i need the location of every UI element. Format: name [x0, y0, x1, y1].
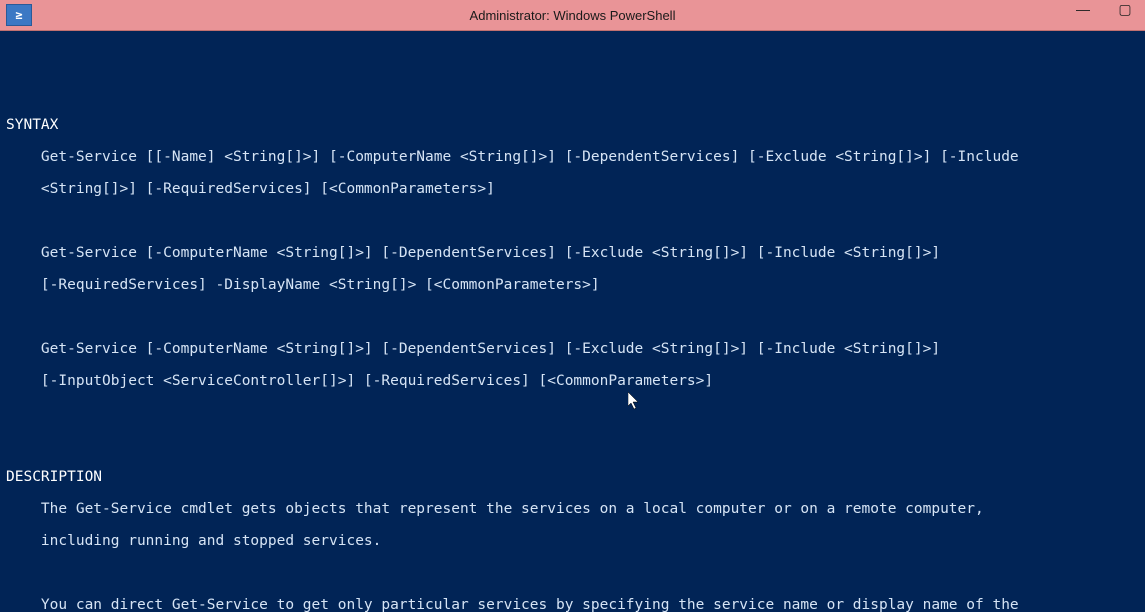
- blank-line: [6, 309, 1139, 325]
- titlebar[interactable]: ≥ Administrator: Windows PowerShell — ▢: [0, 0, 1145, 31]
- syntax-line: [-RequiredServices] -DisplayName <String…: [6, 277, 1139, 293]
- window-title: Administrator: Windows PowerShell: [0, 8, 1145, 23]
- description-line: including running and stopped services.: [6, 533, 1139, 549]
- syntax-heading: SYNTAX: [6, 117, 1139, 133]
- blank-line: [6, 213, 1139, 229]
- syntax-line: <String[]>] [-RequiredServices] [<Common…: [6, 181, 1139, 197]
- minimize-button[interactable]: —: [1071, 0, 1095, 18]
- description-line: You can direct Get-Service to get only p…: [6, 597, 1139, 612]
- powershell-window: ≥ Administrator: Windows PowerShell — ▢ …: [0, 0, 1145, 612]
- blank-line: [6, 565, 1139, 581]
- syntax-line: Get-Service [-ComputerName <String[]>] […: [6, 245, 1139, 261]
- blank-line: [6, 53, 1139, 69]
- description-line: The Get-Service cmdlet gets objects that…: [6, 501, 1139, 517]
- blank-line: [6, 85, 1139, 101]
- description-heading: DESCRIPTION: [6, 469, 1139, 485]
- blank-line: [6, 437, 1139, 453]
- window-controls: — ▢: [1071, 0, 1137, 22]
- syntax-line: Get-Service [[-Name] <String[]>] [-Compu…: [6, 149, 1139, 165]
- syntax-line: Get-Service [-ComputerName <String[]>] […: [6, 341, 1139, 357]
- terminal-viewport[interactable]: SYNTAX Get-Service [[-Name] <String[]>] …: [0, 31, 1145, 612]
- maximize-button[interactable]: ▢: [1113, 0, 1137, 18]
- syntax-line: [-InputObject <ServiceController[]>] [-R…: [6, 373, 1139, 389]
- blank-line: [6, 405, 1139, 421]
